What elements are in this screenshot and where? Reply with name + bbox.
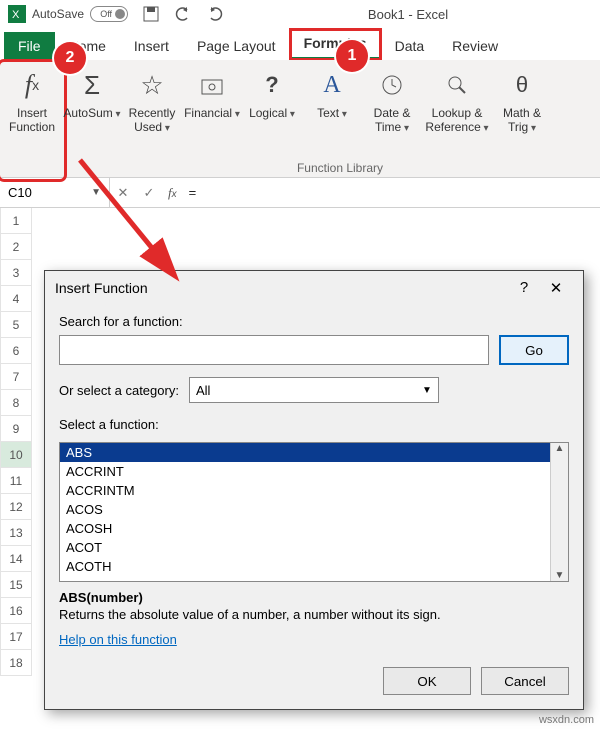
row-header[interactable]: 16 — [0, 598, 32, 624]
help-link[interactable]: Help on this function — [59, 622, 569, 647]
row-header[interactable]: 17 — [0, 624, 32, 650]
list-item[interactable]: ACOS — [60, 500, 550, 519]
row-header[interactable]: 12 — [0, 494, 32, 520]
tab-file[interactable]: File — [4, 32, 55, 60]
category-select[interactable]: All ▼ — [189, 377, 439, 403]
lookup-icon — [444, 68, 470, 102]
annotation-arrow — [60, 150, 200, 290]
list-item[interactable]: ABS — [60, 443, 550, 462]
tab-data[interactable]: Data — [381, 32, 439, 60]
tab-page-layout[interactable]: Page Layout — [183, 32, 290, 60]
category-value: All — [196, 383, 210, 398]
scroll-down-icon[interactable]: ▼ — [555, 570, 565, 581]
list-item[interactable]: ACOT — [60, 538, 550, 557]
ok-button[interactable]: OK — [383, 667, 471, 695]
toggle-knob — [115, 9, 125, 19]
financial-icon — [199, 68, 225, 102]
row-headers: 1 2 3 4 5 6 7 8 9 10 11 12 13 14 15 16 1… — [0, 208, 32, 748]
row-header[interactable]: 9 — [0, 416, 32, 442]
text-label: Text — [317, 106, 347, 122]
save-icon[interactable] — [142, 5, 160, 23]
row-header[interactable]: 3 — [0, 260, 32, 286]
row-header[interactable]: 15 — [0, 572, 32, 598]
insert-function-dialog: Insert Function ? ✕ Search for a functio… — [44, 270, 584, 710]
row-header[interactable]: 4 — [0, 286, 32, 312]
function-list[interactable]: ABS ACCRINT ACCRINTM ACOS ACOSH ACOT ACO… — [59, 442, 569, 582]
math-label: Math & Trig — [503, 106, 541, 136]
window-title: Book1 - Excel — [224, 7, 592, 22]
theta-icon: θ — [516, 68, 528, 102]
list-item[interactable]: ACCRINT — [60, 462, 550, 481]
redo-icon[interactable] — [206, 5, 224, 23]
star-icon: ☆ — [140, 68, 163, 102]
row-header[interactable]: 7 — [0, 364, 32, 390]
help-icon[interactable]: ? — [509, 279, 539, 296]
go-button[interactable]: Go — [499, 335, 569, 365]
tab-review[interactable]: Review — [438, 32, 512, 60]
close-icon[interactable]: ✕ — [539, 279, 573, 297]
function-signature: ABS(number) — [59, 590, 569, 605]
list-item[interactable]: ACOSH — [60, 519, 550, 538]
financial-label: Financial — [184, 106, 240, 122]
recently-label: Recently Used — [129, 106, 176, 136]
scroll-up-icon[interactable]: ▲ — [555, 443, 565, 454]
row-header[interactable]: 14 — [0, 546, 32, 572]
list-item[interactable]: ACOTH — [60, 557, 550, 576]
search-input[interactable] — [59, 335, 489, 365]
svg-text:X: X — [12, 9, 20, 21]
row-header[interactable]: 13 — [0, 520, 32, 546]
undo-icon[interactable] — [174, 5, 192, 23]
autosave-state: Off — [100, 9, 112, 19]
row-header[interactable]: 18 — [0, 650, 32, 676]
row-header[interactable]: 11 — [0, 468, 32, 494]
autosum-label: AutoSum — [63, 106, 120, 122]
row-header[interactable]: 5 — [0, 312, 32, 338]
formula-input[interactable]: = — [183, 185, 600, 200]
fx-icon: fx — [25, 68, 39, 102]
cancel-button[interactable]: Cancel — [481, 667, 569, 695]
select-function-label: Select a function: — [59, 417, 569, 432]
search-label: Search for a function: — [59, 314, 569, 329]
list-item[interactable]: ACCRINTM — [60, 481, 550, 500]
lookup-label: Lookup & Reference — [425, 106, 488, 136]
callout-2: 2 — [54, 42, 86, 74]
clock-icon — [379, 68, 405, 102]
sigma-icon: Σ — [84, 68, 100, 102]
tab-insert[interactable]: Insert — [120, 32, 183, 60]
autosave-label: AutoSave — [32, 7, 84, 21]
row-header[interactable]: 1 — [0, 208, 32, 234]
watermark: wsxdn.com — [539, 714, 594, 726]
datetime-label: Date & Time — [374, 106, 411, 136]
row-header[interactable]: 2 — [0, 234, 32, 260]
autosave-toggle[interactable]: Off — [90, 6, 128, 22]
insert-function-label: Insert Function — [9, 106, 55, 134]
callout-1: 1 — [336, 40, 368, 72]
row-header[interactable]: 10 — [0, 442, 32, 468]
scrollbar[interactable]: ▲▼ — [550, 443, 568, 581]
row-header[interactable]: 6 — [0, 338, 32, 364]
titlebar: X AutoSave Off Book1 - Excel — [0, 0, 600, 28]
chevron-down-icon: ▼ — [422, 385, 432, 396]
text-icon: A — [323, 68, 340, 102]
row-header[interactable]: 8 — [0, 390, 32, 416]
function-description: Returns the absolute value of a number, … — [59, 607, 569, 622]
name-box-value: C10 — [8, 185, 32, 200]
excel-icon: X — [8, 5, 26, 23]
category-label: Or select a category: — [59, 383, 179, 398]
logical-icon: ? — [265, 68, 278, 102]
ribbon-tabs: File Home Insert Page Layout Formulas Da… — [0, 28, 600, 60]
logical-label: Logical — [249, 106, 295, 122]
insert-function-button[interactable]: fx Insert Function — [2, 64, 62, 177]
